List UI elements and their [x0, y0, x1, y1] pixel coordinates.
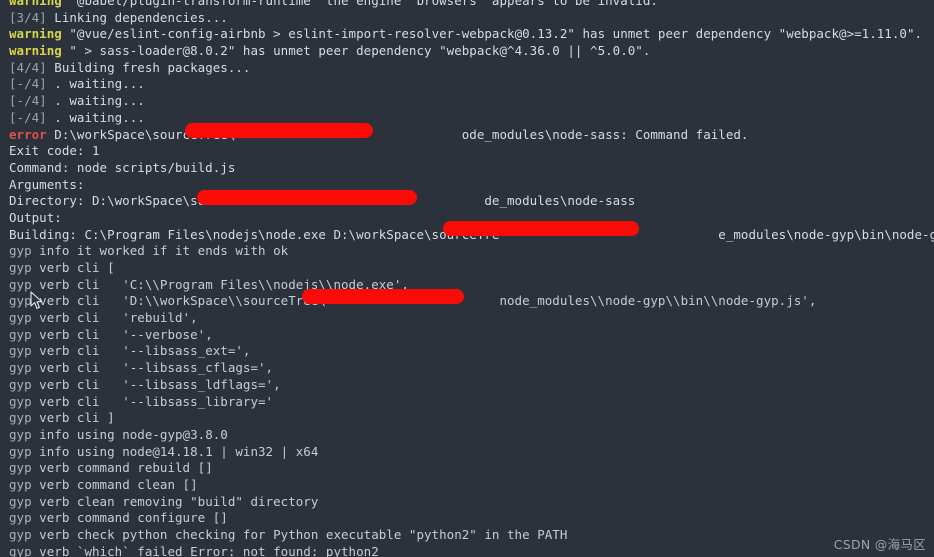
terminal-line: gyp verb check python checking for Pytho…	[0, 527, 934, 544]
terminal-token: warning	[9, 0, 62, 8]
terminal-line: gyp verb command rebuild []	[0, 460, 934, 477]
terminal-token: . waiting...	[46, 76, 145, 92]
terminal-token: gyp	[9, 426, 32, 442]
terminal-token: gyp	[9, 243, 32, 259]
redaction-bar-error-path	[185, 123, 373, 138]
redaction-bar-building-path	[443, 221, 639, 236]
terminal-token: "@vue/eslint-config-airbnb > eslint-impo…	[61, 26, 923, 42]
terminal-line: gyp verb cli '--libsass_ext=',	[0, 343, 934, 360]
terminal-token: warning	[9, 26, 62, 42]
terminal-token: [-/4]	[9, 76, 47, 92]
terminal-token: D:\workSpace\sourceTree\ ode_modules\nod…	[46, 126, 749, 142]
terminal-line: warning "@vue/eslint-config-airbnb > esl…	[0, 26, 934, 43]
terminal-token: verb cli [	[31, 260, 115, 275]
terminal-line: gyp verb cli [	[0, 260, 934, 277]
terminal-window[interactable]: warning "@babel/plugin-transform-runtime…	[0, 0, 934, 557]
terminal-line: Command: node scripts/build.js	[0, 160, 934, 177]
terminal-token: verb cli ]	[31, 410, 115, 426]
terminal-line: [3/4] Linking dependencies...	[0, 10, 934, 27]
terminal-token: Building fresh packages...	[46, 59, 251, 75]
terminal-token: [-/4]	[9, 109, 47, 125]
terminal-token: verb check python checking for Python ex…	[31, 527, 568, 542]
terminal-line: gyp verb cli ]	[0, 410, 934, 427]
redaction-bar-cli-path	[302, 289, 464, 304]
terminal-token: . waiting...	[46, 93, 145, 109]
terminal-token: gyp	[9, 376, 32, 392]
terminal-token: gyp	[9, 360, 32, 376]
terminal-token: verb cli '--libsass_ldflags=',	[31, 376, 281, 392]
terminal-line: gyp verb cli '--libsass_ldflags=',	[0, 377, 934, 394]
terminal-token: gyp	[9, 543, 32, 557]
terminal-line: gyp info using node@14.18.1 | win32 | x6…	[0, 444, 934, 461]
terminal-token: [3/4]	[9, 9, 47, 25]
terminal-line: gyp verb cli 'rebuild',	[0, 310, 934, 327]
terminal-output: warning "@babel/plugin-transform-runtime…	[0, 0, 934, 557]
terminal-line: gyp verb cli 'C:\\Program Files\\nodejs\…	[0, 277, 934, 294]
terminal-token: verb command rebuild []	[31, 460, 213, 476]
terminal-token: verb `which` failed Error: not found: py…	[31, 543, 379, 557]
terminal-token: Exit code: 1	[9, 143, 100, 159]
terminal-token: Arguments:	[9, 176, 93, 192]
terminal-token: verb clean removing "build" directory	[31, 493, 319, 509]
terminal-line: warning "@babel/plugin-transform-runtime…	[0, 0, 934, 10]
terminal-token: verb cli '--libsass_library='	[31, 393, 274, 409]
terminal-token: verb command configure []	[31, 510, 228, 526]
terminal-token: gyp	[9, 326, 32, 342]
terminal-token: Output:	[9, 209, 62, 225]
terminal-line: Directory: D:\workSpace\sour de_modules\…	[0, 193, 934, 210]
terminal-line: [4/4] Building fresh packages...	[0, 60, 934, 77]
terminal-token: verb cli '--verbose',	[31, 326, 213, 342]
terminal-line: Arguments:	[0, 177, 934, 194]
terminal-token: . waiting...	[46, 109, 145, 125]
terminal-token: [4/4]	[9, 59, 47, 75]
terminal-line: gyp info it worked if it ends with ok	[0, 243, 934, 260]
terminal-token: info using node-gyp@3.8.0	[31, 426, 228, 442]
terminal-line: gyp verb clean removing "build" director…	[0, 494, 934, 511]
terminal-line: gyp info using node-gyp@3.8.0	[0, 427, 934, 444]
terminal-token: [-/4]	[9, 93, 47, 109]
terminal-token: gyp	[9, 293, 32, 309]
terminal-token: gyp	[9, 527, 32, 542]
terminal-line: [-/4] . waiting...	[0, 110, 934, 127]
csdn-watermark: CSDN @海马区	[833, 537, 926, 553]
terminal-token: verb command clean []	[31, 476, 198, 492]
terminal-token: gyp	[9, 310, 32, 326]
terminal-token: gyp	[9, 343, 32, 359]
terminal-token: gyp	[9, 476, 32, 492]
terminal-token: gyp	[9, 260, 32, 275]
terminal-token: verb cli '--libsass_ext=',	[31, 343, 251, 359]
terminal-token: gyp	[9, 410, 32, 426]
terminal-line: warning " > sass-loader@8.0.2" has unmet…	[0, 43, 934, 60]
terminal-token: verb cli '--libsass_cflags=',	[31, 360, 274, 376]
terminal-token: info using node@14.18.1 | win32 | x64	[31, 443, 319, 459]
terminal-token: gyp	[9, 393, 32, 409]
terminal-line: gyp verb cli '--libsass_cflags=',	[0, 360, 934, 377]
terminal-line: gyp verb command clean []	[0, 477, 934, 494]
terminal-line: Exit code: 1	[0, 143, 934, 160]
terminal-token: Command: node scripts/build.js	[9, 159, 236, 175]
terminal-token: " > sass-loader@8.0.2" has unmet peer de…	[61, 43, 651, 59]
terminal-token: gyp	[9, 276, 32, 292]
terminal-token: gyp	[9, 443, 32, 459]
terminal-line: gyp verb cli '--libsass_library='	[0, 394, 934, 411]
terminal-line: gyp verb `which` failed Error: not found…	[0, 544, 934, 557]
terminal-token: Linking dependencies...	[46, 9, 228, 25]
terminal-token: warning	[9, 43, 62, 59]
terminal-line: [-/4] . waiting...	[0, 76, 934, 93]
terminal-line: gyp verb cli '--verbose',	[0, 327, 934, 344]
terminal-token: gyp	[9, 510, 32, 526]
terminal-token: "@babel/plugin-transform-runtime" the en…	[61, 0, 658, 8]
terminal-token: error	[9, 126, 47, 142]
terminal-token: gyp	[9, 493, 32, 509]
terminal-line: gyp verb cli 'D:\\workSpace\\sourceTree\…	[0, 293, 934, 310]
redaction-bar-directory-path	[197, 190, 417, 205]
terminal-line: error D:\workSpace\sourceTree\ ode_modul…	[0, 127, 934, 144]
terminal-token: info it worked if it ends with ok	[31, 243, 289, 259]
terminal-line: [-/4] . waiting...	[0, 93, 934, 110]
terminal-line: gyp verb command configure []	[0, 510, 934, 527]
terminal-token: verb cli 'rebuild',	[31, 310, 198, 326]
terminal-token: gyp	[9, 460, 32, 476]
